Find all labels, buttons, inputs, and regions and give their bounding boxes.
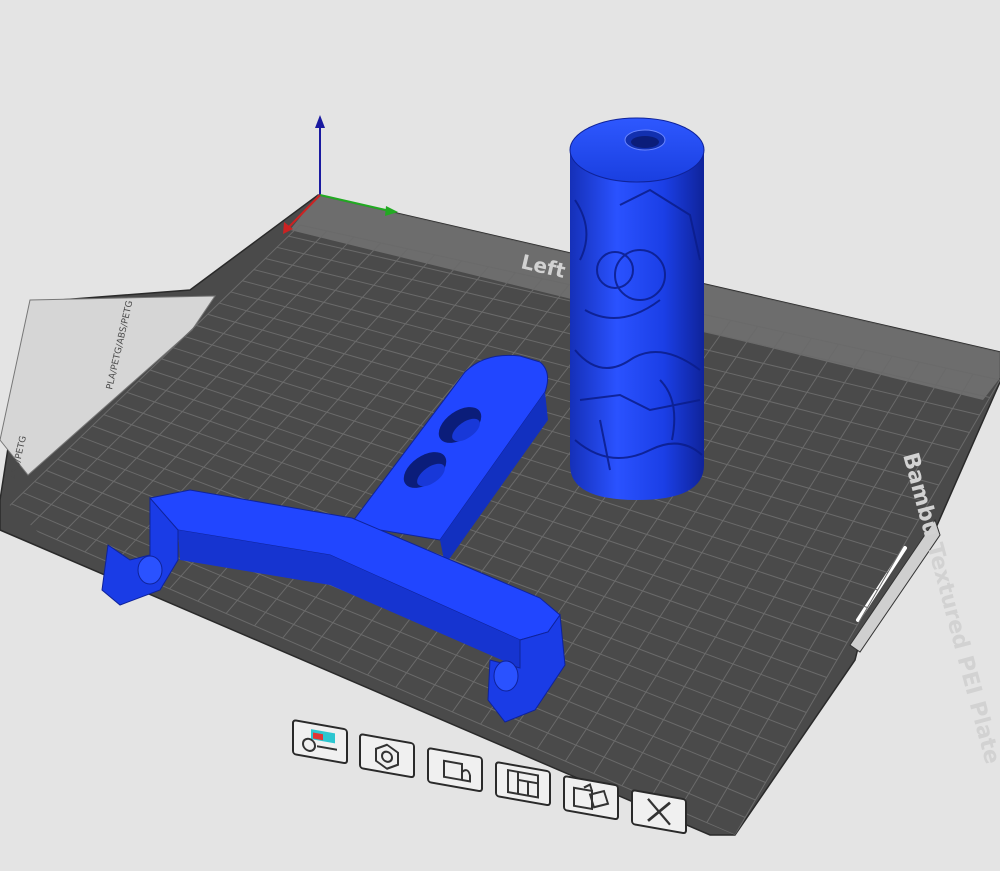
arrange-button[interactable] (359, 733, 415, 779)
z-axis-arrow-icon (315, 115, 325, 128)
layout-button[interactable] (495, 761, 551, 807)
lock-button[interactable] (427, 747, 483, 793)
cylinder-model[interactable] (569, 117, 705, 500)
plate-settings-button[interactable] (292, 719, 348, 765)
3d-viewport[interactable]: Left ... area Bambu Textured PEI Plate P… (0, 0, 1000, 871)
